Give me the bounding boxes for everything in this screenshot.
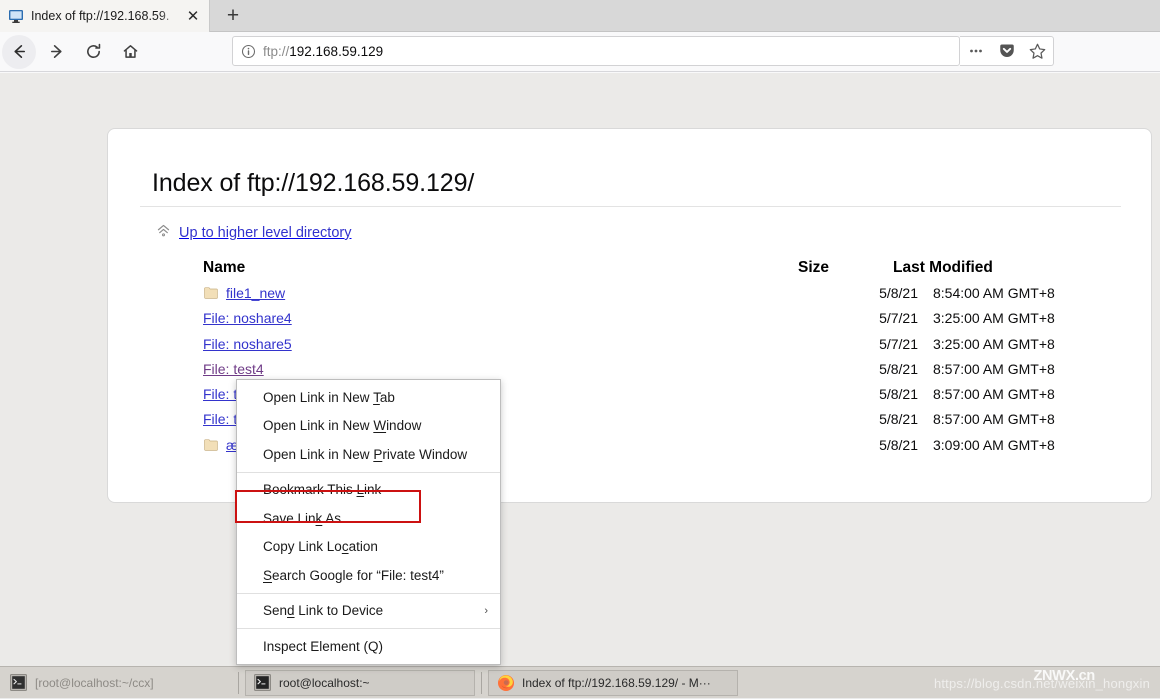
file-link[interactable]: File: t	[203, 407, 237, 432]
taskbar-label: root@localhost:~	[279, 675, 370, 690]
context-menu-item-label: Save Link As…	[263, 510, 355, 526]
file-link[interactable]: File: noshare4	[203, 306, 292, 331]
column-header-size[interactable]: Size	[798, 254, 829, 281]
taskbar-label: Index of ftp://192.168.59.129/ - M···	[522, 675, 711, 690]
context-menu-item-label: Open Link in New Tab	[263, 389, 395, 405]
context-menu-item[interactable]: Send Link to Device ›	[237, 597, 500, 626]
context-menu-item[interactable]: Inspect Element (Q)	[237, 632, 500, 661]
context-menu-item[interactable]: Copy Link Location	[237, 533, 500, 562]
context-menu-item-label: Search Google for “File: test4”	[263, 567, 444, 583]
file-date: 5/7/21	[879, 335, 918, 352]
context-menu-item[interactable]: Open Link in New Window	[237, 412, 500, 441]
file-date: 5/8/21	[879, 386, 918, 403]
context-menu-item[interactable]: Save Link As…	[237, 504, 500, 533]
page-content-area: Index of ftp://192.168.59.129/ Up to hig…	[0, 73, 1160, 666]
firefox-icon	[497, 674, 514, 691]
page-title: Index of ftp://192.168.59.129/	[152, 169, 475, 197]
taskbar-divider	[481, 671, 482, 694]
reload-button[interactable]	[76, 35, 110, 69]
desktop-taskbar: [root@localhost:~/ccx] root@localhost:~ …	[0, 666, 1160, 698]
url-host: 192.168.59.129	[289, 43, 384, 59]
arrow-left-icon	[13, 45, 25, 58]
context-menu-item[interactable]: Open Link in New Private Window	[237, 440, 500, 469]
tab-index-of-ftp[interactable]: Index of ftp://192.168.59. ✕	[0, 0, 210, 32]
watermark-url: https://blog.csdn.net/weixin_hongxin	[933, 675, 1150, 691]
table-row: File: noshare5 5/7/21 3:25:00 AM GMT+8	[108, 332, 1153, 357]
taskbar-label: [root@localhost:~/ccx]	[35, 675, 154, 690]
taskbar-item-terminal-ccx[interactable]: [root@localhost:~/ccx]	[2, 670, 232, 696]
url-bar[interactable]: ftp://192.168.59.129	[232, 36, 960, 66]
close-icon[interactable]: ✕	[183, 6, 203, 26]
context-menu-separator	[237, 628, 500, 629]
page-actions-menu-icon[interactable]	[963, 38, 989, 64]
watermark-brand: ZNWX.cn	[1033, 668, 1095, 684]
tab-strip: Index of ftp://192.168.59. ✕ +	[0, 0, 1160, 32]
urlbar-action-group	[960, 36, 1054, 66]
file-time: 8:57:00 AM GMT+8	[933, 360, 1055, 377]
taskbar-item-terminal-root[interactable]: root@localhost:~	[245, 669, 475, 696]
reload-icon	[86, 43, 100, 58]
column-header-name[interactable]: Name	[203, 254, 245, 281]
file-time: 8:57:00 AM GMT+8	[933, 386, 1055, 403]
table-row: file1_new 5/8/21 8:54:00 AM GMT+8	[108, 281, 1153, 306]
pocket-icon[interactable]	[994, 38, 1020, 64]
title-divider	[140, 206, 1121, 207]
monitor-icon	[8, 8, 24, 24]
arrow-right-icon	[50, 45, 62, 58]
context-menu-separator	[237, 592, 500, 594]
context-menu-item-label: Send Link to Device	[263, 603, 384, 619]
context-menu-item-label: Open Link in New Private Window	[263, 446, 468, 462]
up-to-higher-level-directory-link[interactable]: Up to higher level directory	[156, 223, 351, 243]
up-chevrons-icon	[156, 223, 171, 243]
context-menu-item[interactable]: Bookmark This Link	[237, 476, 500, 505]
file-date: 5/7/21	[879, 310, 918, 327]
url-scheme: ftp://	[263, 43, 290, 59]
context-menu-item-label: Copy Link Location	[263, 539, 378, 555]
taskbar-item-firefox[interactable]: Index of ftp://192.168.59.129/ - M···	[488, 669, 738, 696]
link-context-menu[interactable]: Open Link in New Tab Open Link in New Win…	[236, 379, 501, 665]
taskbar-divider	[238, 671, 239, 694]
new-tab-button[interactable]: +	[215, 2, 251, 30]
chevron-right-icon: ›	[484, 604, 488, 617]
file-time: 3:25:00 AM GMT+8	[933, 335, 1055, 352]
context-menu-separator	[237, 471, 500, 473]
context-menu-item-label: Open Link in New Window	[263, 418, 422, 434]
listing-header-row: Name Size Last Modified	[108, 254, 1153, 281]
context-menu-item-label: Bookmark This Link	[263, 482, 382, 498]
folder-icon	[204, 286, 218, 299]
file-link[interactable]: file1_new	[226, 281, 285, 306]
home-button[interactable]	[113, 35, 147, 69]
url-text: ftp://192.168.59.129	[263, 44, 383, 59]
folder-icon	[204, 438, 218, 451]
home-icon	[123, 45, 137, 58]
file-link[interactable]: File: t	[203, 382, 237, 407]
column-header-last-modified[interactable]: Last Modified	[893, 254, 993, 281]
forward-button[interactable]	[39, 35, 73, 69]
back-button[interactable]	[2, 34, 36, 69]
context-menu-item[interactable]: Open Link in New Tab	[237, 383, 500, 412]
context-menu-item-label: Inspect Element (Q)	[263, 638, 384, 654]
terminal-icon	[10, 674, 27, 691]
file-time: 8:57:00 AM GMT+8	[933, 411, 1055, 428]
watermark: https://blog.csdn.net/weixin_hongxin ZNW…	[934, 667, 1150, 699]
file-time: 3:25:00 AM GMT+8	[933, 310, 1055, 327]
tab-title: Index of ftp://192.168.59.	[31, 9, 170, 23]
file-date: 5/8/21	[879, 285, 918, 301]
info-circle-icon[interactable]	[241, 44, 256, 59]
context-menu-item[interactable]: Search Google for “File: test4”	[237, 561, 500, 590]
file-time: 8:54:00 AM GMT+8	[933, 285, 1055, 301]
terminal-icon	[254, 674, 271, 691]
file-link[interactable]: File: noshare5	[203, 332, 292, 357]
file-date: 5/8/21	[879, 360, 918, 377]
star-icon[interactable]	[1025, 38, 1051, 64]
up-directory-label: Up to higher level directory	[179, 225, 352, 241]
table-row: File: noshare4 5/7/21 3:25:00 AM GMT+8	[108, 306, 1153, 331]
file-date: 5/8/21	[879, 436, 918, 453]
file-time: 3:09:00 AM GMT+8	[933, 436, 1055, 453]
file-date: 5/8/21	[879, 411, 918, 428]
